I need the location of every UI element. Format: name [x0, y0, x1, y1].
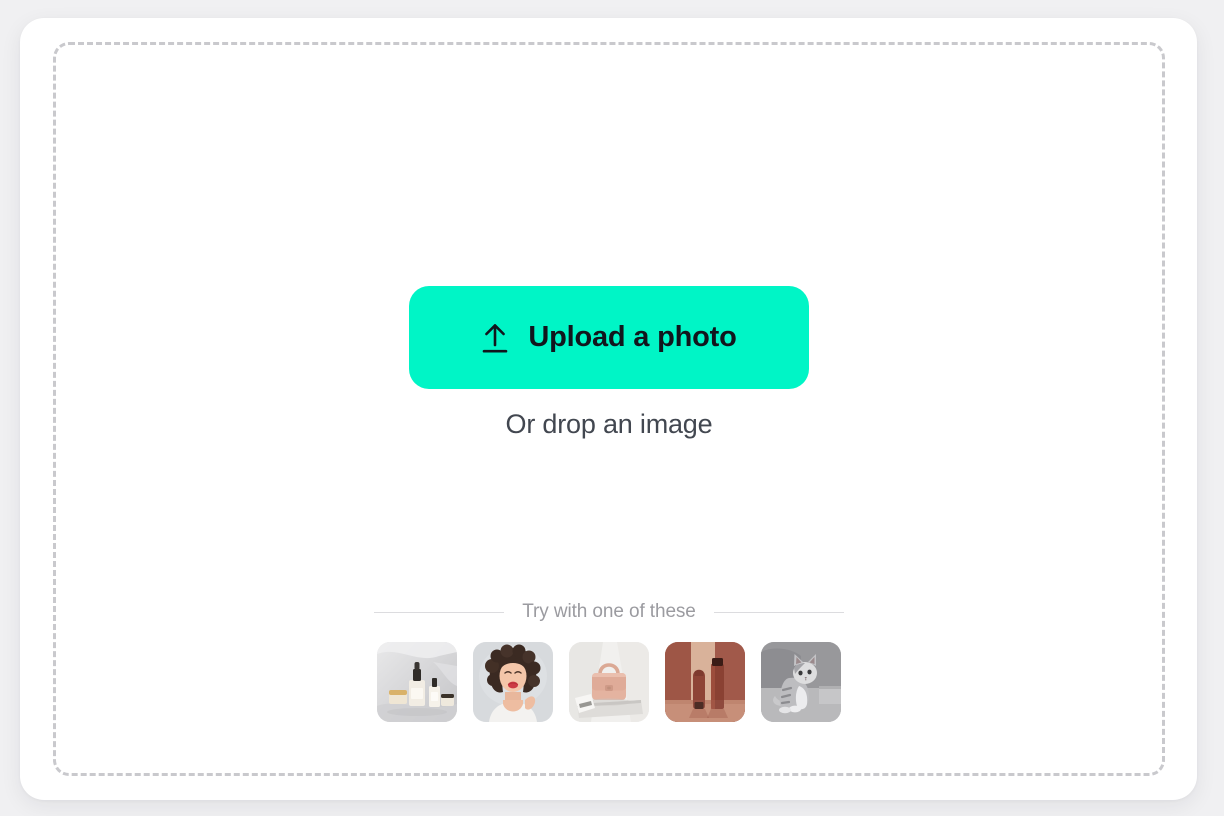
sample-images-title: Try with one of these [522, 601, 696, 622]
sample-thumbnail-cosmetics[interactable] [665, 642, 745, 722]
drop-image-hint: Or drop an image [505, 409, 713, 439]
sample-thumbnail-portrait[interactable] [473, 642, 553, 722]
sample-images-divider: Try with one of these [374, 601, 844, 623]
sample-thumbnail-kitten[interactable] [761, 642, 841, 722]
upload-photo-button-label: Upload a photo [528, 321, 737, 353]
sample-images-section: Try with one of these [56, 601, 1162, 722]
sample-thumbnail-handbag[interactable] [569, 642, 649, 722]
upload-photo-button[interactable]: Upload a photo [409, 286, 809, 389]
image-dropzone[interactable]: Upload a photo Or drop an image Try with… [53, 42, 1165, 776]
divider-rule-right [713, 611, 844, 613]
sample-thumbnail-row [377, 642, 841, 722]
upload-arrow-icon [481, 323, 509, 353]
divider-rule-left [374, 611, 505, 613]
app-root: Upload a photo Or drop an image Try with… [0, 0, 1224, 816]
upload-card: Upload a photo Or drop an image Try with… [20, 18, 1197, 800]
dropzone-content: Upload a photo Or drop an image Try with… [56, 45, 1162, 773]
sample-thumbnail-skincare[interactable] [377, 642, 457, 722]
